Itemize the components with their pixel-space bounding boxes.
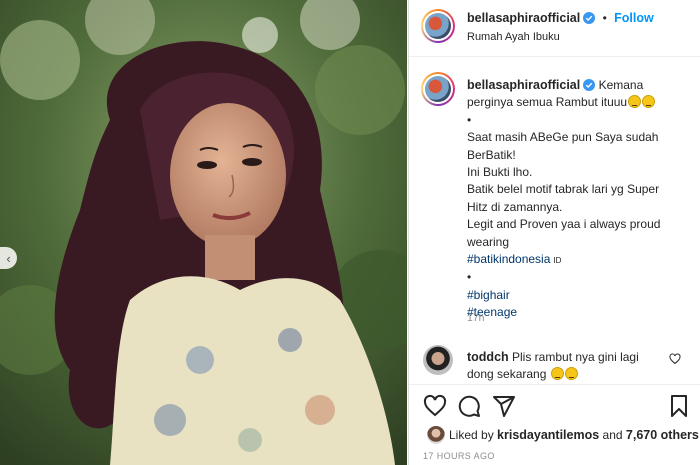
profile-avatar[interactable] (421, 9, 455, 43)
emoji-icon (642, 95, 656, 109)
follow-button[interactable]: Follow (614, 11, 654, 25)
likes-summary: Liked by krisdayantilemos and 7,670 othe… (409, 423, 700, 447)
likes-count[interactable]: 7,670 others (626, 428, 699, 442)
post-caption: bellasaphiraofficial Kemana perginya sem… (409, 57, 700, 337)
likes-middle: and (602, 428, 623, 442)
post-photo[interactable]: ‹ (0, 0, 407, 465)
share-icon[interactable] (492, 394, 516, 418)
comment-body: dong sekarang (467, 367, 547, 381)
chevron-left-icon: ‹ (6, 250, 11, 266)
emoji-icon (564, 367, 578, 380)
header-username[interactable]: bellasaphiraofficial (467, 11, 580, 25)
verified-badge-icon (583, 79, 596, 91)
liker-username[interactable]: krisdayantilemos (497, 428, 599, 442)
caption-text: bellasaphiraofficial Kemana perginya sem… (467, 77, 692, 322)
hashtag-link[interactable]: #batikindonesia (467, 252, 550, 266)
hashtag-link[interactable]: #bighair (467, 288, 510, 302)
caption-line: Saat masih ABeGe pun Saya sudah (467, 130, 659, 145)
caption-username[interactable]: bellasaphiraofficial (467, 78, 580, 92)
commenter-avatar[interactable] (423, 345, 453, 375)
caption-line: Legit and Proven yaa i always proud (467, 217, 661, 232)
caption-line: perginya semua Rambut ituuu (467, 95, 628, 110)
post-actions (409, 390, 700, 422)
post-header: bellasaphiraofficial • Follow Rumah Ayah… (409, 0, 700, 57)
caption-line: Kemana (598, 78, 644, 92)
caption-line: • (467, 112, 472, 127)
comment-icon[interactable] (457, 394, 481, 418)
post-details-panel: bellasaphiraofficial • Follow Rumah Ayah… (408, 0, 700, 465)
flag-icon: ID (553, 256, 562, 266)
caption-line: Ini Bukti lho. (467, 165, 533, 180)
caption-avatar[interactable] (421, 72, 455, 106)
emoji-icon (628, 95, 642, 109)
likes-prefix: Liked by (449, 428, 494, 442)
separator-dot: • (602, 11, 607, 25)
liker-avatar[interactable] (427, 426, 445, 444)
verified-badge-icon (583, 12, 596, 24)
post-location[interactable]: Rumah Ayah Ibuku (467, 31, 560, 43)
like-comment-heart-icon[interactable] (669, 353, 681, 365)
caption-timestamp: 17h (467, 312, 485, 324)
caption-line: • (467, 270, 472, 285)
commenter-username[interactable]: toddch (467, 350, 509, 364)
caption-line: wearing (467, 234, 510, 249)
emoji-icon (550, 367, 564, 380)
portrait-image (0, 0, 407, 465)
post-timestamp[interactable]: 17 HOURS AGO (423, 451, 495, 461)
caption-line: Hitz di zamannya. (467, 199, 563, 214)
comment-body: Plis rambut nya gini lagi (512, 350, 639, 364)
heart-icon[interactable] (423, 394, 447, 418)
caption-line: Batik belel motif tabrak lari yg Super (467, 182, 660, 197)
bookmark-icon[interactable] (667, 394, 691, 418)
caption-line: BerBatik! (467, 147, 516, 162)
comment-text: toddch Plis rambut nya gini lagi dong se… (467, 349, 677, 383)
comment-item: toddch Plis rambut nya gini lagi dong se… (409, 337, 700, 385)
